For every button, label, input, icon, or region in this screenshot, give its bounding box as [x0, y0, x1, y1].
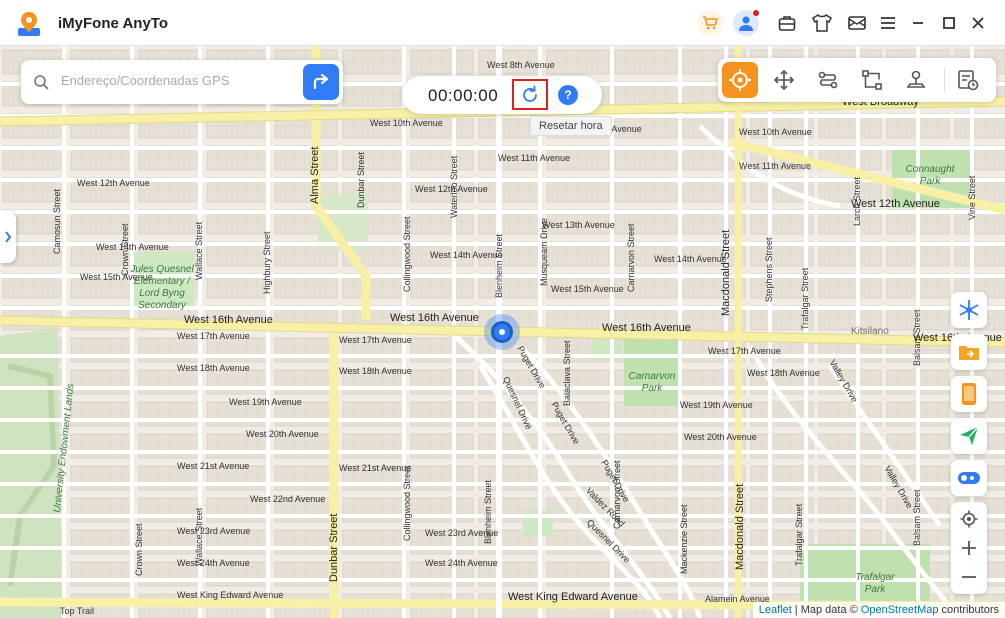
- map-canvas[interactable]: West 8th Avenue West Broadway West 10th Av…: [0, 46, 1005, 618]
- search-go-button[interactable]: [303, 64, 339, 100]
- import-gpx-button[interactable]: [951, 334, 987, 370]
- cart-icon[interactable]: [697, 10, 723, 36]
- location-marker[interactable]: [484, 314, 520, 350]
- map-attribution: Leaflet | Map data © OpenStreetMap contr…: [752, 602, 1005, 618]
- tshirt-icon[interactable]: [811, 12, 833, 34]
- two-spot-mode-button[interactable]: [810, 62, 846, 98]
- park-label-jules-quesnel: Jules Quesnel Elementary / Lord Byng Second…: [130, 264, 194, 311]
- title-bar: iMyFone AnyTo: [0, 0, 1005, 46]
- multi-spot-mode-button[interactable]: [854, 62, 890, 98]
- folder-icon: [959, 346, 979, 360]
- search-input[interactable]: [61, 73, 301, 88]
- jump-mode-button[interactable]: [766, 62, 802, 98]
- turn-arrow-icon: [313, 73, 329, 90]
- freeze-button[interactable]: [951, 292, 987, 328]
- phone-icon: [962, 383, 976, 405]
- history-mode-button[interactable]: [950, 62, 986, 98]
- snowflake-icon: [959, 300, 979, 320]
- close-icon[interactable]: [967, 12, 989, 34]
- device-button[interactable]: [951, 376, 987, 412]
- app-title: iMyFone AnyTo: [58, 15, 168, 32]
- neighbourhood-label-kitsilano: Kitsilano: [851, 326, 889, 337]
- toolbar-divider: [944, 68, 945, 92]
- send-button[interactable]: [951, 418, 987, 454]
- park-label-carnarvon: Carnarvon Park: [628, 371, 676, 394]
- history-icon: [958, 70, 979, 91]
- mail-icon[interactable]: [846, 12, 868, 34]
- search-icon: [34, 75, 49, 90]
- teleport-mode-button[interactable]: [722, 62, 758, 98]
- search-bar: [21, 60, 343, 104]
- osm-link[interactable]: OpenStreetMap: [861, 604, 939, 616]
- notification-dot: [753, 10, 759, 16]
- refresh-icon: [523, 85, 537, 102]
- chevron-right-icon: [5, 231, 12, 243]
- move-arrows-icon: [773, 69, 795, 91]
- toolbox-icon[interactable]: [776, 12, 798, 34]
- toggle-button[interactable]: [951, 460, 987, 496]
- app-logo-icon: [18, 12, 40, 36]
- reset-time-button[interactable]: [512, 79, 548, 110]
- multi-spot-route-icon: [862, 70, 882, 90]
- zoom-in-button[interactable]: [951, 533, 987, 563]
- account-icon[interactable]: [733, 10, 759, 36]
- plus-icon: [962, 541, 976, 555]
- zoom-out-button[interactable]: [951, 562, 987, 592]
- menu-icon[interactable]: [877, 12, 899, 34]
- cooldown-timer: 00:00:00 ?: [402, 76, 602, 114]
- two-spot-route-icon: [818, 71, 838, 89]
- park-label-trafalgar: Trafalgar Park: [855, 572, 895, 595]
- crosshair-icon: [729, 69, 751, 91]
- reset-time-tooltip: Resetar hora: [530, 116, 612, 136]
- sidebar-toggle[interactable]: [0, 211, 16, 263]
- help-icon[interactable]: ?: [558, 85, 578, 105]
- minimize-icon[interactable]: [907, 12, 929, 34]
- park-label-connaught: Connaught Park: [905, 164, 955, 187]
- locate-icon: [960, 510, 978, 528]
- leaflet-link[interactable]: Leaflet: [759, 604, 792, 616]
- joystick-icon: [906, 70, 926, 88]
- timer-value: 00:00:00: [428, 86, 499, 105]
- locate-button[interactable]: [951, 504, 987, 534]
- maximize-icon[interactable]: [938, 12, 960, 34]
- toggle-switch-icon: [958, 472, 980, 484]
- paper-plane-icon: [960, 426, 979, 445]
- mode-toolbar: [718, 58, 996, 102]
- minus-icon: [962, 576, 976, 578]
- zoom-controls: [951, 502, 987, 594]
- joystick-mode-button[interactable]: [898, 62, 934, 98]
